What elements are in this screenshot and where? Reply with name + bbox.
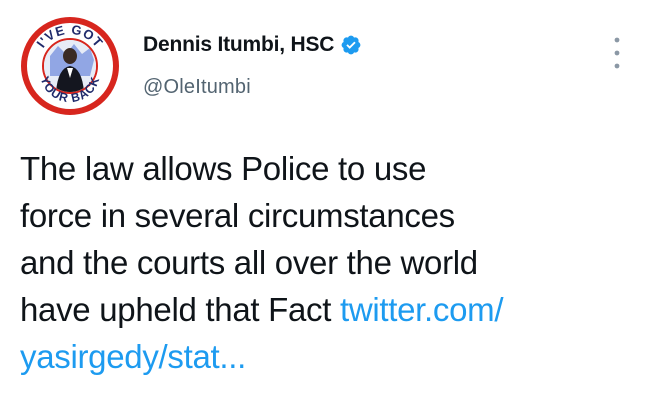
tweet-card: I'VE GOT YOUR BACK Dennis Itumbi, HSC @O… <box>0 0 654 417</box>
avatar-badge-image: I'VE GOT YOUR BACK <box>21 17 119 115</box>
more-options-icon[interactable] <box>614 36 620 70</box>
tweet-link[interactable]: yasirgedy/stat... <box>20 338 246 375</box>
tweet-text-segment: have upheld that Fact <box>20 291 340 328</box>
name-row: Dennis Itumbi, HSC <box>143 30 362 60</box>
tweet-text-line: The law allows Police to use <box>20 150 427 187</box>
tweet-header: Dennis Itumbi, HSC @OleItumbi <box>143 30 362 99</box>
tweet-text: The law allows Police to use force in se… <box>20 145 640 380</box>
tweet-text-line: yasirgedy/stat... <box>20 333 640 380</box>
verified-badge-icon <box>341 35 361 55</box>
tweet-text-line: have upheld that Fact twitter.com/ <box>20 286 640 333</box>
handle[interactable]: @OleItumbi <box>143 76 362 99</box>
display-name[interactable]: Dennis Itumbi, HSC <box>143 33 334 57</box>
avatar[interactable]: I'VE GOT YOUR BACK <box>20 16 120 116</box>
tweet-link[interactable]: twitter.com/ <box>340 291 504 328</box>
tweet-text-line: force in several circumstances <box>20 197 455 234</box>
tweet-text-line: and the courts all over the world <box>20 244 478 281</box>
